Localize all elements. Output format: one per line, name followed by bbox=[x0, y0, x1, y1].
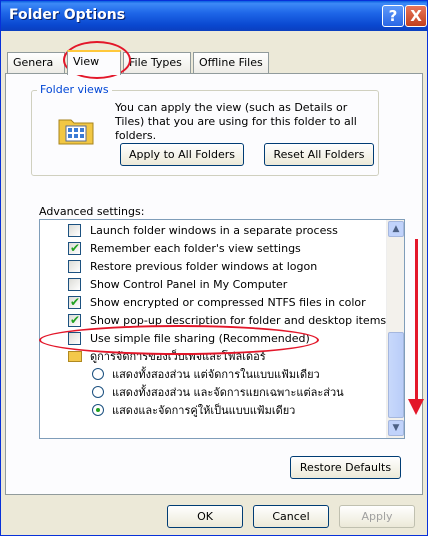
checkbox[interactable]: ✔ bbox=[68, 295, 81, 309]
advanced-settings-label: Advanced settings: bbox=[39, 205, 145, 218]
window-title: Folder Options bbox=[9, 7, 126, 23]
list-item-label: Show Control Panel in My Computer bbox=[90, 278, 288, 291]
checkbox[interactable]: ✔ bbox=[68, 313, 81, 327]
list-item-label: แสดงและจัดการคู่ให้เป็นแบบแฟ้มเดียว bbox=[112, 404, 296, 417]
checkbox[interactable]: ✔ bbox=[68, 241, 81, 255]
list-item-label: Remember each folder's view settings bbox=[90, 242, 301, 255]
radio-button[interactable] bbox=[92, 404, 104, 416]
list-item[interactable]: ดูการจัดการของเว็บเพจและโฟลเดอร์ bbox=[40, 348, 386, 366]
checkbox[interactable] bbox=[68, 224, 81, 237]
simple-file-sharing-item[interactable]: Use simple file sharing (Recommended) bbox=[40, 330, 386, 348]
list-item-label: แสดงทั้งสองส่วน และจัดการแยกเฉพาะแต่ละส่… bbox=[112, 386, 344, 399]
scroll-down-icon[interactable]: ▼ bbox=[388, 420, 404, 436]
folder-icon bbox=[58, 119, 94, 145]
checkbox[interactable] bbox=[68, 260, 81, 273]
list-item-label: แสดงทั้งสองส่วน แต่จัดการในแบบแฟ้มเดียว bbox=[112, 368, 320, 381]
tab-offline-files[interactable]: Offline Files bbox=[193, 52, 269, 74]
tab-file-types[interactable]: File Types bbox=[123, 52, 191, 74]
list-item[interactable]: Launch folder windows in a separate proc… bbox=[40, 222, 386, 240]
scroll-thumb[interactable] bbox=[388, 332, 404, 418]
help-button[interactable]: ? bbox=[382, 5, 404, 27]
radio-button[interactable] bbox=[92, 368, 104, 380]
folder-icon bbox=[68, 351, 82, 362]
list-item[interactable]: ✔ Show encrypted or compressed NTFS file… bbox=[40, 294, 386, 312]
list-item[interactable]: แสดงทั้งสองส่วน แต่จัดการในแบบแฟ้มเดียว bbox=[40, 366, 386, 384]
folder-views-title: Folder views bbox=[37, 83, 112, 96]
cancel-button[interactable]: Cancel bbox=[253, 505, 329, 528]
list-item-label: Show pop-up description for folder and d… bbox=[90, 314, 387, 327]
scroll-up-icon[interactable]: ▲ bbox=[388, 221, 404, 237]
list-item[interactable]: ✔ Show pop-up description for folder and… bbox=[40, 312, 386, 330]
list-item-label: Use simple file sharing (Recommended) bbox=[90, 332, 310, 345]
folder-views-description: You can apply the view (such as Details … bbox=[115, 101, 357, 142]
list-item-label: Launch folder windows in a separate proc… bbox=[90, 224, 338, 237]
list-item[interactable]: ✔ Remember each folder's view settings bbox=[40, 240, 386, 258]
close-button[interactable]: X bbox=[405, 5, 427, 27]
ok-button[interactable]: OK bbox=[167, 505, 243, 528]
list-item-label: Show encrypted or compressed NTFS files … bbox=[90, 296, 366, 309]
advanced-settings-list[interactable]: Launch folder windows in a separate proc… bbox=[39, 219, 405, 439]
list-item-label: ดูการจัดการของเว็บเพจและโฟลเดอร์ bbox=[90, 350, 266, 363]
restore-defaults-button[interactable]: Restore Defaults bbox=[290, 456, 401, 479]
list-item-label: Restore previous folder windows at logon bbox=[90, 260, 318, 273]
radio-dot bbox=[96, 408, 100, 412]
simple-file-sharing-checkbox[interactable] bbox=[68, 332, 81, 345]
radio-button[interactable] bbox=[92, 386, 104, 398]
list-item[interactable]: แสดงและจัดการคู่ให้เป็นแบบแฟ้มเดียว bbox=[40, 402, 386, 420]
folder-options-window: Folder Options ? X Genera View File Type… bbox=[0, 0, 428, 536]
help-icon: ? bbox=[388, 7, 398, 25]
tab-strip: Genera View File Types Offline Files bbox=[7, 50, 427, 75]
tab-view[interactable]: View bbox=[67, 50, 121, 75]
checkmark-icon: ✔ bbox=[70, 241, 81, 255]
scroll-arrow-line bbox=[415, 239, 418, 403]
tab-general[interactable]: Genera bbox=[7, 52, 65, 74]
title-bar[interactable]: Folder Options ? X bbox=[1, 1, 427, 31]
list-item[interactable]: Show Control Panel in My Computer bbox=[40, 276, 386, 294]
checkmark-icon: ✔ bbox=[70, 313, 81, 327]
scroll-arrow-head-icon bbox=[408, 399, 424, 415]
list-item[interactable]: แสดงทั้งสองส่วน และจัดการแยกเฉพาะแต่ละส่… bbox=[40, 384, 386, 402]
vertical-scrollbar[interactable]: ▲ ▼ bbox=[386, 220, 404, 438]
close-icon: X bbox=[410, 7, 422, 25]
list-item[interactable]: Restore previous folder windows at logon bbox=[40, 258, 386, 276]
reset-all-folders-button[interactable]: Reset All Folders bbox=[264, 143, 374, 166]
apply-button[interactable]: Apply bbox=[339, 505, 415, 528]
checkmark-icon: ✔ bbox=[70, 295, 81, 309]
apply-to-all-folders-button[interactable]: Apply to All Folders bbox=[120, 143, 244, 166]
checkbox[interactable] bbox=[68, 278, 81, 291]
